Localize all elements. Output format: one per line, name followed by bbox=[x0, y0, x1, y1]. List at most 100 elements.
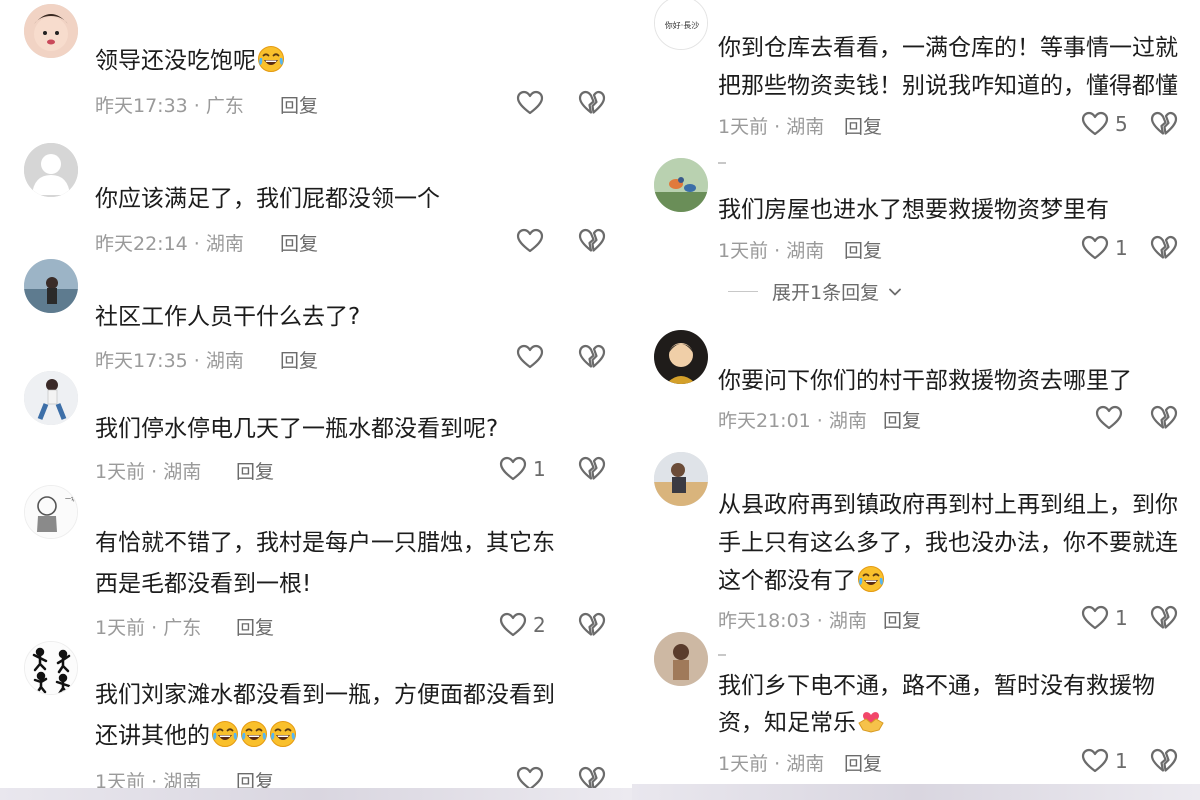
like-button[interactable] bbox=[516, 343, 550, 371]
user-avatar[interactable] bbox=[654, 632, 708, 686]
comment-text: 领导还没吃饱呢 bbox=[95, 42, 285, 80]
comment-text: 你要问下你们的村干部救援物资去哪里了 bbox=[718, 368, 1132, 394]
reply-button[interactable]: 回复 bbox=[844, 236, 882, 263]
comment-meta: 昨天17:33 · 广东 bbox=[95, 95, 244, 117]
avatar-caption: 一切顺遂 bbox=[65, 495, 78, 503]
comment-text-line-1: 我们刘家滩水都没看到一瓶，方便面都没看到 bbox=[95, 682, 555, 708]
like-button[interactable]: 2 bbox=[499, 611, 546, 639]
comment-text-line-2: 还讲其他的 bbox=[95, 717, 297, 755]
avatar-caption: 你好·長沙 bbox=[665, 20, 700, 30]
comment-text-line-1: 有恰就不错了，我村是每户一只腊烛，其它东 bbox=[95, 530, 555, 556]
reply-button[interactable]: 回复 bbox=[280, 91, 318, 118]
comment-text: 你应该满足了，我们屁都没领一个 bbox=[95, 186, 440, 212]
heart-outline-icon bbox=[1081, 234, 1109, 262]
reply-button[interactable]: 回复 bbox=[844, 112, 882, 139]
like-button[interactable] bbox=[516, 227, 550, 255]
like-button[interactable]: 5 bbox=[1081, 110, 1128, 138]
reply-button[interactable]: 回复 bbox=[844, 749, 882, 776]
expand-replies-button[interactable]: 展开1条回复 bbox=[728, 278, 903, 305]
comment-text-line-3: 这个都没有了 bbox=[718, 562, 885, 600]
divider-mark bbox=[718, 162, 726, 164]
dislike-button[interactable] bbox=[1150, 747, 1178, 775]
like-button[interactable]: 1 bbox=[1081, 604, 1128, 632]
user-avatar[interactable] bbox=[24, 641, 78, 695]
like-count: 2 bbox=[533, 613, 546, 637]
user-avatar[interactable] bbox=[654, 158, 708, 212]
like-button[interactable]: 1 bbox=[1081, 234, 1128, 262]
dislike-button[interactable] bbox=[1150, 604, 1178, 632]
handshake-heart-emoji bbox=[857, 707, 885, 735]
comment-meta: 1天前 · 湖南 bbox=[95, 461, 202, 483]
like-count: 1 bbox=[1115, 749, 1128, 773]
comment-meta: 昨天17:35 · 湖南 bbox=[95, 350, 244, 372]
heart-outline-icon bbox=[516, 227, 544, 255]
heart-outline-icon bbox=[1081, 747, 1109, 775]
reply-button[interactable]: 回复 bbox=[236, 457, 274, 484]
tears-of-joy-emoji bbox=[269, 720, 297, 748]
dislike-button[interactable] bbox=[1150, 110, 1178, 138]
broken-heart-icon bbox=[578, 455, 606, 483]
reply-button[interactable]: 回复 bbox=[883, 606, 921, 633]
tears-of-joy-emoji bbox=[857, 565, 885, 593]
expand-label: 展开1条回复 bbox=[772, 282, 880, 304]
like-button[interactable] bbox=[1095, 404, 1129, 432]
user-avatar[interactable]: 你好·長沙 bbox=[654, 0, 708, 50]
user-avatar[interactable] bbox=[24, 371, 78, 425]
comment-meta: 1天前 · 湖南 bbox=[718, 753, 825, 775]
user-avatar[interactable] bbox=[24, 143, 78, 197]
like-button[interactable] bbox=[516, 89, 550, 117]
comment-text: 我们房屋也进水了想要救援物资梦里有 bbox=[718, 197, 1109, 223]
reply-button[interactable]: 回复 bbox=[280, 346, 318, 373]
heart-outline-icon bbox=[516, 343, 544, 371]
tears-of-joy-emoji bbox=[211, 720, 239, 748]
divider-mark bbox=[718, 654, 726, 656]
comment-text-line-1: 从县政府再到镇政府再到村上再到组上，到你 bbox=[718, 492, 1178, 518]
heart-outline-icon bbox=[1081, 604, 1109, 632]
user-avatar[interactable] bbox=[24, 4, 78, 58]
heart-outline-icon bbox=[1081, 110, 1109, 138]
comment-meta: 昨天18:03 · 湖南 bbox=[718, 610, 867, 632]
dislike-button[interactable] bbox=[1150, 234, 1178, 262]
dislike-button[interactable] bbox=[578, 611, 606, 639]
dislike-button[interactable] bbox=[578, 455, 606, 483]
dislike-button[interactable] bbox=[578, 227, 606, 255]
like-count: 1 bbox=[1115, 606, 1128, 630]
user-avatar[interactable]: 一切顺遂 bbox=[24, 485, 78, 539]
user-avatar[interactable] bbox=[654, 330, 708, 384]
reply-button[interactable]: 回复 bbox=[236, 613, 274, 640]
reply-button[interactable]: 回复 bbox=[280, 229, 318, 256]
like-count: 1 bbox=[1115, 236, 1128, 260]
broken-heart-icon bbox=[1150, 604, 1178, 632]
comment-text-line-1: 你到仓库去看看，一满仓库的！等事情一过就 bbox=[718, 35, 1178, 61]
chevron-down-icon bbox=[887, 284, 903, 300]
expand-divider bbox=[728, 291, 758, 292]
like-count: 1 bbox=[533, 457, 546, 481]
dislike-button[interactable] bbox=[578, 343, 606, 371]
reply-button[interactable]: 回复 bbox=[883, 406, 921, 433]
comment-meta: 1天前 · 湖南 bbox=[718, 240, 825, 262]
user-avatar[interactable] bbox=[24, 259, 78, 313]
broken-heart-icon bbox=[578, 227, 606, 255]
broken-heart-icon bbox=[578, 343, 606, 371]
bottom-strip bbox=[632, 784, 1200, 800]
dislike-button[interactable] bbox=[578, 89, 606, 117]
comment-text-line-2: 西是毛都没看到一根! bbox=[95, 571, 312, 597]
comment-meta: 1天前 · 湖南 bbox=[718, 116, 825, 138]
tears-of-joy-emoji bbox=[240, 720, 268, 748]
tears-of-joy-emoji bbox=[257, 45, 285, 73]
broken-heart-icon bbox=[578, 89, 606, 117]
user-avatar[interactable] bbox=[654, 452, 708, 506]
like-button[interactable]: 1 bbox=[1081, 747, 1128, 775]
dislike-button[interactable] bbox=[1150, 404, 1178, 432]
bottom-strip bbox=[0, 788, 632, 800]
broken-heart-icon bbox=[1150, 404, 1178, 432]
broken-heart-icon bbox=[1150, 110, 1178, 138]
comment-meta: 昨天21:01 · 湖南 bbox=[718, 410, 867, 432]
comment-text-line-2: 手上只有这么多了，我也没办法，你不要就连 bbox=[718, 530, 1178, 556]
heart-outline-icon bbox=[1095, 404, 1123, 432]
like-count: 5 bbox=[1115, 112, 1128, 136]
comment-text-line-1: 我们乡下电不通，路不通，暂时没有救援物 bbox=[718, 673, 1155, 699]
heart-outline-icon bbox=[499, 611, 527, 639]
like-button[interactable]: 1 bbox=[499, 455, 546, 483]
right-comment-column: 你好·長沙 你到仓库去看看，一满仓库的！等事情一过就 把那些物资卖钱！别说我咋知… bbox=[632, 0, 1200, 800]
